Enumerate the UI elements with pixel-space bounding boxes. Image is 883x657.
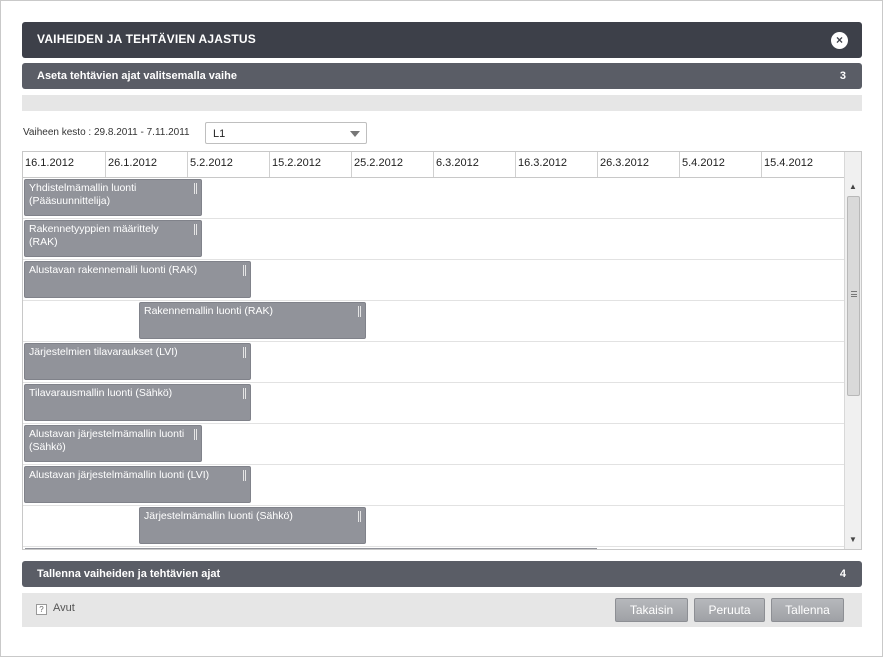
resize-handle-icon[interactable] xyxy=(358,511,361,522)
task-row: Rakennetyyppien määrittely (RAK) xyxy=(23,219,845,260)
task-bar[interactable]: Järjestelmämallin luonti (Sähkö) xyxy=(139,507,366,544)
task-label: Järjestelmämallin luonti (Sähkö) xyxy=(144,510,293,522)
task-bar[interactable]: Alustavan rakennemalli luonti (RAK) xyxy=(24,261,251,298)
task-bar-partial[interactable] xyxy=(25,548,597,549)
task-label: Järjestelmien tilavaraukset (LVI) xyxy=(29,346,178,358)
task-bar[interactable]: Tilavarausmallin luonti (Sähkö) xyxy=(24,384,251,421)
task-label: Rakennemallin luonti (RAK) xyxy=(144,305,273,317)
step-3-toolbar xyxy=(22,95,862,111)
close-icon[interactable]: × xyxy=(831,32,848,49)
scroll-up-icon[interactable]: ▲ xyxy=(845,180,861,194)
step-4-label: Tallenna vaiheiden ja tehtävien ajat xyxy=(37,568,221,580)
help-label: Avut xyxy=(53,602,75,614)
task-label: Alustavan järjestelmämallin luonti (LVI) xyxy=(29,469,210,481)
chevron-down-icon xyxy=(350,131,360,137)
task-row: Järjestelmämallin luonti (Sähkö) xyxy=(23,506,845,547)
task-row: Alustavan järjestelmämallin luonti (LVI) xyxy=(23,465,845,506)
timeline-date: 26.3.2012 xyxy=(597,152,679,177)
task-label: Tilavarausmallin luonti (Sähkö) xyxy=(29,387,173,399)
task-bar[interactable]: Järjestelmien tilavaraukset (LVI) xyxy=(24,343,251,380)
help-icon: ? xyxy=(36,604,47,615)
scheduling-dialog: VAIHEIDEN JA TEHTÄVIEN AJASTUS × Aseta t… xyxy=(0,0,883,657)
task-bar[interactable]: Yhdistelmämallin luonti (Pääsuunnittelij… xyxy=(24,179,202,216)
resize-handle-icon[interactable] xyxy=(243,265,246,276)
resize-handle-icon[interactable] xyxy=(194,183,197,194)
step-3-header[interactable]: Aseta tehtävien ajat valitsemalla vaihe … xyxy=(22,63,862,89)
timeline-date: 15.2.2012 xyxy=(269,152,351,177)
scrollbar-thumb[interactable] xyxy=(847,196,860,396)
step-3-number: 3 xyxy=(839,70,846,82)
task-label: Yhdistelmämallin luonti (Pääsuunnittelij… xyxy=(29,182,137,207)
resize-handle-icon[interactable] xyxy=(243,388,246,399)
timeline-date: 5.2.2012 xyxy=(187,152,269,177)
phase-duration: Vaiheen kesto : 29.8.2011 - 7.11.2011 xyxy=(23,127,190,138)
task-bar[interactable]: Rakennetyyppien määrittely (RAK) xyxy=(24,220,202,257)
phase-select-value: L1 xyxy=(213,128,226,140)
grip-icon xyxy=(851,291,857,297)
timeline-header: 16.1.2012 26.1.2012 5.2.2012 15.2.2012 2… xyxy=(23,152,845,178)
task-row: Yhdistelmämallin luonti (Pääsuunnittelij… xyxy=(23,178,845,219)
task-bar[interactable]: Alustavan järjestelmämallin luonti (Sähk… xyxy=(24,425,202,462)
timeline-date: 26.1.2012 xyxy=(105,152,187,177)
save-button[interactable]: Tallenna xyxy=(771,598,844,622)
timeline-date: 6.3.2012 xyxy=(433,152,515,177)
task-row: Alustavan rakennemalli luonti (RAK) xyxy=(23,260,845,301)
dialog-footer: ? Avut Takaisin Peruuta Tallenna xyxy=(22,593,862,627)
phase-select[interactable]: L1 xyxy=(205,122,367,144)
timeline-date: 5.4.2012 xyxy=(679,152,761,177)
task-row: Alustavan järjestelmämallin luonti (Sähk… xyxy=(23,424,845,465)
timeline-date: 16.3.2012 xyxy=(515,152,597,177)
timeline-date: 25.2.2012 xyxy=(351,152,433,177)
resize-handle-icon[interactable] xyxy=(243,470,246,481)
resize-handle-icon[interactable] xyxy=(194,429,197,440)
task-label: Alustavan järjestelmämallin luonti (Sähk… xyxy=(29,428,185,453)
back-button[interactable]: Takaisin xyxy=(615,598,688,622)
task-bar[interactable]: Alustavan järjestelmämallin luonti (LVI) xyxy=(24,466,251,503)
task-row: Rakennemallin luonti (RAK) xyxy=(23,301,845,342)
task-label: Alustavan rakennemalli luonti (RAK) xyxy=(29,264,198,276)
task-row: Järjestelmien tilavaraukset (LVI) xyxy=(23,342,845,383)
task-row: Tilavarausmallin luonti (Sähkö) xyxy=(23,383,845,424)
dialog-titlebar: VAIHEIDEN JA TEHTÄVIEN AJASTUS × xyxy=(22,22,862,58)
task-label: Rakennetyyppien määrittely (RAK) xyxy=(29,223,159,248)
timeline-date: 16.1.2012 xyxy=(25,157,74,169)
step-4-number: 4 xyxy=(839,568,846,580)
dialog-title: VAIHEIDEN JA TEHTÄVIEN AJASTUS xyxy=(37,32,256,46)
help-link[interactable]: ? Avut xyxy=(36,602,75,615)
timeline-date: 15.4.2012 xyxy=(761,152,845,177)
resize-handle-icon[interactable] xyxy=(358,306,361,317)
cancel-button[interactable]: Peruuta xyxy=(694,598,765,622)
scroll-down-icon[interactable]: ▼ xyxy=(845,533,861,547)
resize-handle-icon[interactable] xyxy=(194,224,197,235)
step-3-label: Aseta tehtävien ajat valitsemalla vaihe xyxy=(37,70,237,82)
gantt-chart: 16.1.2012 26.1.2012 5.2.2012 15.2.2012 2… xyxy=(22,151,862,550)
task-bar[interactable]: Rakennemallin luonti (RAK) xyxy=(139,302,366,339)
resize-handle-icon[interactable] xyxy=(243,347,246,358)
task-rows: Yhdistelmämallin luonti (Pääsuunnittelij… xyxy=(23,178,845,549)
step-4-header[interactable]: Tallenna vaiheiden ja tehtävien ajat 4 xyxy=(22,561,862,587)
vertical-scrollbar[interactable]: ▲ ▼ xyxy=(844,152,861,549)
